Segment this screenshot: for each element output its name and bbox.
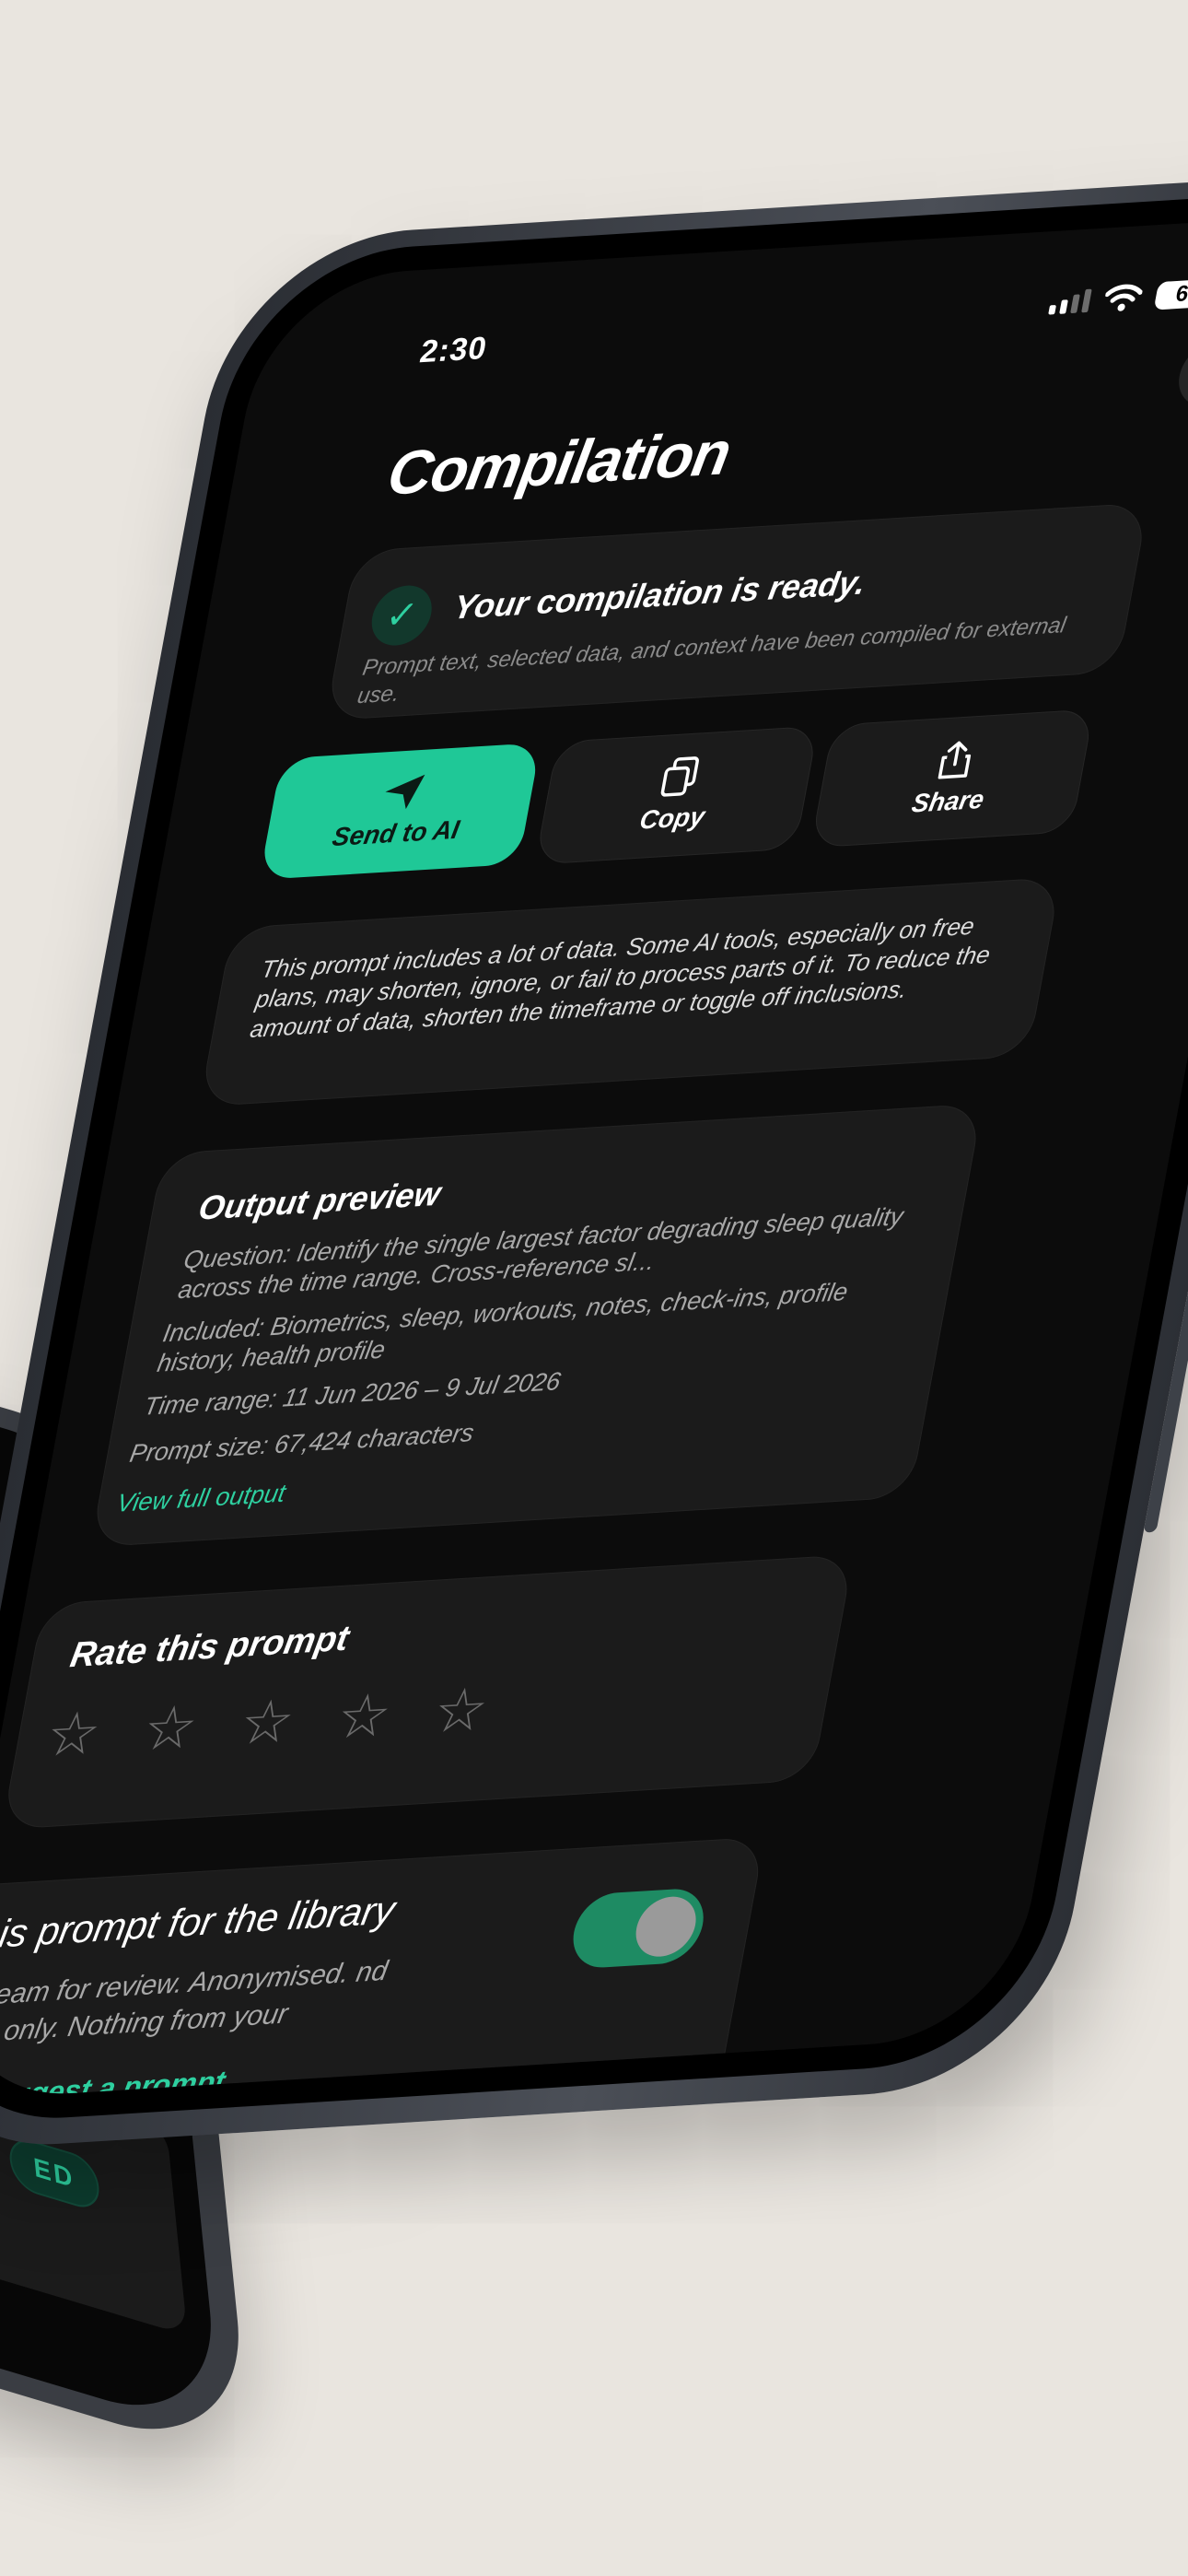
send-to-ai-label: Send to AI (330, 814, 462, 852)
share-label: Share (909, 784, 987, 818)
output-preview-title: Output preview (195, 1174, 444, 1227)
status-time: 2:30 (417, 330, 491, 370)
ready-title: Your compilation is ready. (450, 562, 869, 626)
phone-device: 2:30 68 ✕ (0, 170, 1188, 2155)
battery-icon: 68 (1153, 277, 1188, 310)
phone-bezel: 2:30 68 ✕ (0, 187, 1188, 2128)
star-icon[interactable]: ☆ (137, 1692, 203, 1762)
output-preview-card: Output preview Question: Identify the si… (89, 1103, 984, 1548)
suggest-title: t this prompt for the library (0, 1887, 399, 1959)
send-to-ai-button[interactable]: Send to AI (259, 743, 542, 881)
send-icon (385, 774, 425, 810)
toggle-knob (631, 1894, 702, 1959)
star-icon[interactable]: ☆ (235, 1687, 300, 1757)
copy-button[interactable]: Copy (534, 725, 819, 865)
suggest-description: Me. team for review. Anonymised. nd rati… (0, 1955, 390, 2052)
copy-label: Copy (637, 802, 707, 835)
cellular-signal-icon (1048, 288, 1092, 315)
suggest-prompt-link[interactable]: d to suggest a prompt. (0, 2064, 236, 2102)
ready-card: ✓ Your compilation is ready. Prompt text… (324, 502, 1149, 721)
share-icon (938, 741, 972, 779)
view-full-output-link[interactable]: View full output (114, 1479, 288, 1518)
phone-screen: 2:30 68 ✕ (0, 213, 1188, 2102)
data-warning-text: This prompt includes a lot of data. Some… (248, 911, 993, 1044)
suggest-prompt-card: t this prompt for the library Me. team f… (0, 1836, 766, 2102)
star-icon[interactable]: ☆ (332, 1681, 397, 1751)
phone-frame: 2:30 68 ✕ (0, 170, 1188, 2155)
rating-card: Rate this prompt ☆ ☆ ☆ ☆ ☆ (1, 1553, 855, 1831)
suggest-toggle[interactable] (566, 1887, 710, 1970)
copy-icon (660, 756, 699, 797)
wifi-icon (1104, 284, 1143, 311)
rating-title: Rate this prompt (67, 1619, 353, 1676)
share-button[interactable]: Share (809, 708, 1095, 849)
star-rating: ☆ ☆ ☆ ☆ ☆ (41, 1675, 494, 1769)
compilation-screen: 2:30 68 ✕ (0, 214, 1188, 2102)
star-icon[interactable]: ☆ (41, 1699, 106, 1769)
page-title: Compilation (382, 417, 736, 509)
data-warning-card: This prompt includes a lot of data. Some… (198, 876, 1062, 1107)
status-icons: 68 (1048, 277, 1188, 317)
check-icon: ✓ (367, 583, 437, 648)
close-button[interactable]: ✕ (1173, 339, 1188, 409)
star-icon[interactable]: ☆ (428, 1675, 494, 1745)
